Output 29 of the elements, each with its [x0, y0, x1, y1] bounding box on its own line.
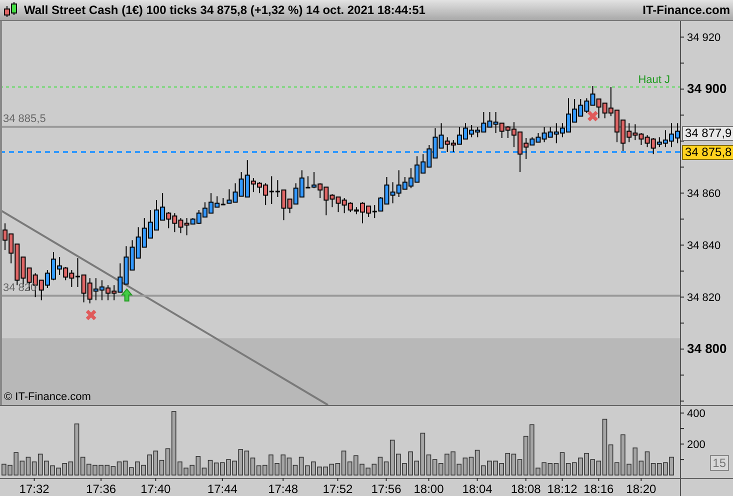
time-label: 18:20: [626, 482, 656, 496]
axis-label: 34 800: [687, 341, 727, 356]
time-label: 17:40: [140, 482, 171, 496]
time-label: 17:56: [371, 482, 402, 496]
level-label: 34 885,5: [3, 112, 46, 125]
level-label: Haut J: [638, 74, 670, 86]
axis-label: 34 900: [687, 81, 727, 96]
price-tag: 34 875,8: [682, 145, 733, 160]
site-name: IT-Finance.com: [642, 3, 730, 17]
axis-label: 200: [687, 439, 706, 452]
axis-label: 34 820: [687, 292, 721, 304]
time-label: 18:04: [462, 482, 492, 496]
period-badge: 15: [710, 455, 729, 471]
price-tag: 34 877,9: [682, 126, 733, 141]
time-label: 17:44: [207, 482, 238, 496]
time-label: 18:16: [584, 482, 614, 496]
time-label: 17:32: [19, 482, 50, 496]
axis-label: 34 920: [687, 32, 721, 44]
time-label: 17:52: [322, 482, 353, 496]
time-label: 18:08: [510, 482, 541, 496]
window-title: Wall Street Cash (1€) 100 ticks 34 875,8 (+1,32 %) 14 oct. 2021 18:44:51: [24, 3, 426, 17]
time-label: 18:00: [414, 482, 444, 496]
time-label: 17:48: [268, 482, 298, 496]
axis-label: 34 840: [687, 240, 721, 252]
axis-label: 400: [687, 408, 706, 420]
axis-label: 34 860: [687, 188, 721, 200]
time-label: 18:12: [547, 482, 578, 496]
copyright-text: © IT-Finance.com: [4, 391, 91, 403]
time-label: 17:36: [86, 482, 116, 496]
